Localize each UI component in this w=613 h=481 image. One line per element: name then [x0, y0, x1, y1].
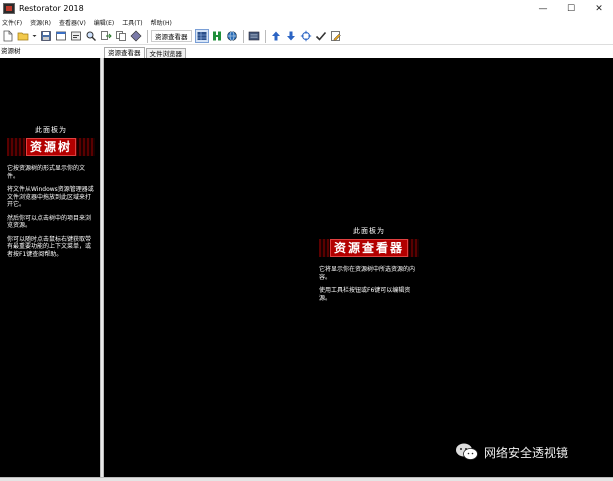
- resource-viewer-pane[interactable]: 此面板为 资源查看器 它将显示你在资源树中所选资源的内容。 使用工具栏按钮或F6…: [104, 58, 613, 477]
- menu-viewer[interactable]: 查看器(V): [56, 18, 91, 27]
- resource-viewer-button[interactable]: 资源查看器: [151, 30, 192, 42]
- grid-view-icon[interactable]: [194, 29, 209, 43]
- maximize-button[interactable]: ☐: [557, 0, 585, 17]
- wechat-icon: [456, 443, 478, 460]
- app-icon: [3, 3, 15, 14]
- info-paragraph: 使用工具栏按钮或F6键可以编辑资源。: [319, 287, 411, 302]
- globe-icon[interactable]: [225, 29, 239, 43]
- menu-resource[interactable]: 资源(R): [27, 18, 56, 27]
- panel-caption: 此面板为: [35, 126, 67, 134]
- toolbar-separator: [242, 29, 244, 43]
- window-controls: — ☐ ✕: [529, 0, 613, 17]
- toolbar-separator: [264, 29, 266, 43]
- arrow-up-icon[interactable]: [269, 29, 283, 43]
- menu-bar: 文件(F) 资源(R) 查看器(V) 编辑(E) 工具(T) 帮助(H): [0, 17, 613, 27]
- panel-banner: 资源查看器: [319, 239, 419, 257]
- info-paragraph: 你可以随时点击鼠标右键获取带有最重要功能的上下文菜单，或者按F1键查阅帮助。: [7, 235, 92, 258]
- edit-page-icon[interactable]: [329, 29, 343, 43]
- extract-icon[interactable]: [99, 29, 113, 43]
- tab-resource-viewer[interactable]: 资源查看器: [104, 47, 145, 58]
- check-icon[interactable]: [314, 29, 328, 43]
- watermark-text: 网络安全透视镜: [484, 445, 569, 460]
- dialog-icon[interactable]: [69, 29, 83, 43]
- panel-caption: 此面板为: [353, 227, 385, 235]
- copy-icon[interactable]: [114, 29, 128, 43]
- new-file-icon[interactable]: [1, 29, 15, 43]
- menu-edit[interactable]: 编辑(E): [91, 18, 119, 27]
- toolbar: 资源查看器: [0, 28, 613, 45]
- open-folder-icon[interactable]: [16, 29, 30, 43]
- tab-file-browser[interactable]: 文件浏览器: [145, 48, 186, 58]
- save-icon[interactable]: [39, 29, 53, 43]
- crosshair-icon[interactable]: [299, 29, 313, 43]
- info-paragraph: 将文件从Windows资源管理器或文件浏览器中拖放到此区域来打开它。: [7, 186, 94, 208]
- banner-title: 资源查看器: [330, 240, 407, 256]
- watermark: 网络安全透视镜: [455, 441, 568, 463]
- arrow-down-icon[interactable]: [284, 29, 298, 43]
- menu-help[interactable]: 帮助(H): [148, 18, 177, 27]
- status-bar: [0, 477, 613, 481]
- resource-tree-info: 此面板为 资源树 它按资源树的形式显示你的文件。 将文件从Windows资源管理…: [7, 125, 95, 258]
- menu-tools[interactable]: 工具(T): [119, 18, 147, 27]
- info-paragraph: 它按资源树的形式显示你的文件。: [7, 165, 86, 180]
- banner-title: 资源树: [26, 139, 75, 155]
- toolbar-separator: [147, 29, 148, 43]
- menu-file[interactable]: 文件(F): [0, 18, 27, 27]
- dropdown-arrow-icon[interactable]: [31, 29, 38, 43]
- green-bar-icon[interactable]: [210, 29, 224, 43]
- window-title: Restorator 2018: [19, 4, 84, 13]
- title-bar: Restorator 2018 — ☐ ✕: [0, 0, 613, 17]
- minimize-button[interactable]: —: [529, 0, 557, 17]
- info-paragraph: 然后你可以点击树中的项目来浏览资源。: [7, 214, 92, 230]
- diamond-icon[interactable]: [129, 29, 143, 43]
- window-icon[interactable]: [54, 29, 68, 43]
- info-paragraph: 它将显示你在资源树中所选资源的内容。: [319, 266, 416, 281]
- panel-banner: 资源树: [7, 138, 95, 156]
- resource-tree-pane[interactable]: 此面板为 资源树 它按资源树的形式显示你的文件。 将文件从Windows资源管理…: [0, 58, 100, 477]
- resource-tree-header: 资源树: [0, 46, 101, 57]
- resource-viewer-info: 此面板为 资源查看器 它将显示你在资源树中所选资源的内容。 使用工具栏按钮或F6…: [319, 226, 419, 302]
- search-icon[interactable]: [84, 29, 98, 43]
- viewer-tabs: 资源查看器 文件浏览器: [104, 46, 187, 58]
- hex-view-icon[interactable]: [247, 29, 261, 43]
- close-button[interactable]: ✕: [585, 0, 613, 17]
